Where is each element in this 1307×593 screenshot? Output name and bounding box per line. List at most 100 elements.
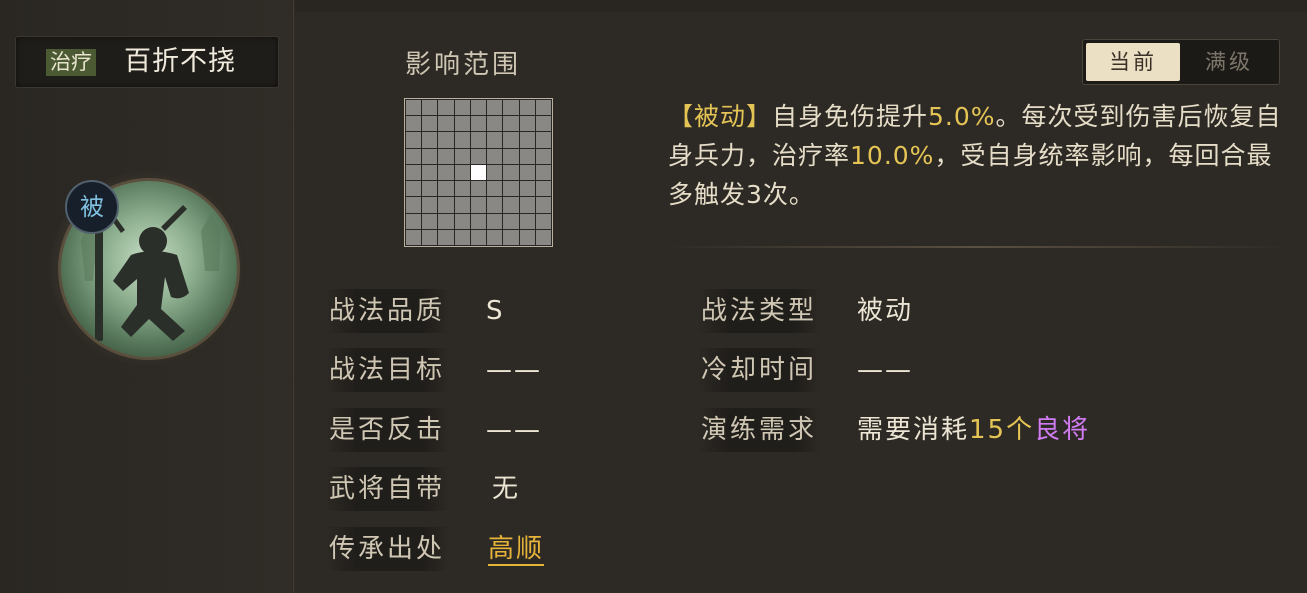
range-grid-cell <box>438 229 454 245</box>
range-grid-cell <box>535 213 551 229</box>
range-grid-cell <box>519 132 535 148</box>
inherit-source-link[interactable]: 高顺 <box>488 534 545 566</box>
range-grid-cell <box>535 132 551 148</box>
training-value: 需要消耗15个良将 <box>857 408 1090 452</box>
training-item: 良将 <box>1034 415 1091 445</box>
description-value-1: 5.0% <box>928 102 996 131</box>
range-grid-cell <box>422 164 438 181</box>
range-grid-cell <box>422 213 438 229</box>
range-grid-cell <box>519 213 535 229</box>
range-grid-cell <box>487 116 503 132</box>
range-grid-cell <box>454 197 470 213</box>
horizontal-divider <box>665 246 1290 248</box>
range-grid-cell <box>519 197 535 213</box>
range-grid-cell <box>422 181 438 197</box>
vertical-divider <box>292 0 295 593</box>
range-label: 影响范围 <box>405 50 522 80</box>
range-grid-cell <box>406 148 422 164</box>
skill-description: 【被动】自身免伤提升5.0%。每次受到伤害后恢复自身兵力，治疗率10.0%，受自… <box>668 97 1288 214</box>
range-grid-cell <box>535 164 551 181</box>
skill-type-value: 被动 <box>857 296 914 326</box>
cooldown-label: 冷却时间 <box>697 348 822 392</box>
range-grid-cell <box>535 197 551 213</box>
range-grid-cell <box>487 148 503 164</box>
range-grid-cell <box>470 197 487 213</box>
toggle-current-button[interactable]: 当前 <box>1086 43 1180 81</box>
range-grid-cell <box>454 148 470 164</box>
range-grid-cell <box>422 100 438 116</box>
description-text-1: 自身免伤提升 <box>772 102 929 131</box>
range-grid-cell <box>422 116 438 132</box>
range-grid-cell <box>487 100 503 116</box>
range-grid-cell <box>519 116 535 132</box>
range-grid-cell <box>454 164 470 181</box>
range-grid-cell <box>438 148 454 164</box>
range-grid-cell <box>519 164 535 181</box>
range-grid-cell <box>454 132 470 148</box>
range-grid-cell <box>422 229 438 245</box>
range-grid-cell <box>438 197 454 213</box>
counter-value: —— <box>486 415 542 445</box>
range-grid-cell <box>487 229 503 245</box>
range-grid-cell <box>422 148 438 164</box>
range-grid-cell <box>406 229 422 245</box>
range-grid-cell <box>454 181 470 197</box>
range-grid-cell <box>503 148 519 164</box>
description-value-2: 10.0% <box>850 141 935 170</box>
range-grid-cell <box>454 213 470 229</box>
target-label: 战法目标 <box>325 348 450 392</box>
range-grid-cell <box>438 132 454 148</box>
range-grid-cell <box>438 116 454 132</box>
range-grid-cell <box>535 148 551 164</box>
range-grid-cell <box>438 164 454 181</box>
range-grid-cell <box>470 100 487 116</box>
range-grid-cell <box>503 100 519 116</box>
range-grid-cell <box>470 148 487 164</box>
range-grid-cell <box>519 148 535 164</box>
range-grid-cell <box>487 164 503 181</box>
skill-title-box: 治疗 百折不挠 <box>15 36 279 88</box>
range-grid-cell <box>422 132 438 148</box>
range-grid-cell <box>470 116 487 132</box>
range-grid-cell <box>454 100 470 116</box>
range-grid-cell <box>406 132 422 148</box>
training-label: 演练需求 <box>697 408 822 452</box>
range-grid-cell <box>454 229 470 245</box>
range-grid-cell <box>406 116 422 132</box>
inherit-label: 传承出处 <box>325 527 450 571</box>
range-grid-cell <box>503 164 519 181</box>
range-grid-cell <box>487 213 503 229</box>
range-grid-cell <box>487 181 503 197</box>
range-grid-cell <box>503 116 519 132</box>
range-grid-cell <box>406 197 422 213</box>
target-value: —— <box>486 355 542 385</box>
range-grid-cell <box>487 132 503 148</box>
range-grid-cell <box>503 213 519 229</box>
range-grid-cell <box>438 213 454 229</box>
skill-name: 百折不挠 <box>124 46 236 77</box>
range-grid-cell <box>535 181 551 197</box>
range-grid-cell <box>438 181 454 197</box>
range-grid-cell <box>406 164 422 181</box>
range-grid-cell <box>470 229 487 245</box>
toggle-max-level-button[interactable]: 满级 <box>1182 43 1276 81</box>
inherit-source: 高顺 <box>488 527 545 571</box>
range-grid-cell <box>470 181 487 197</box>
quality-label: 战法品质 <box>325 289 450 333</box>
range-grid-cell <box>535 100 551 116</box>
range-grid-cell <box>438 100 454 116</box>
range-grid-cell <box>470 132 487 148</box>
range-grid-cell <box>422 197 438 213</box>
range-grid-cell <box>487 197 503 213</box>
range-grid-cell <box>503 229 519 245</box>
cooldown-value: —— <box>857 355 913 385</box>
quality-value: S <box>486 296 505 326</box>
innate-value: 无 <box>492 474 521 504</box>
skill-type-label: 战法类型 <box>697 289 822 333</box>
range-grid-cell <box>406 213 422 229</box>
range-grid-cell <box>454 116 470 132</box>
range-grid-cell <box>406 100 422 116</box>
range-grid-cell <box>519 181 535 197</box>
training-count: 15个 <box>969 415 1035 445</box>
range-grid-cell <box>535 116 551 132</box>
